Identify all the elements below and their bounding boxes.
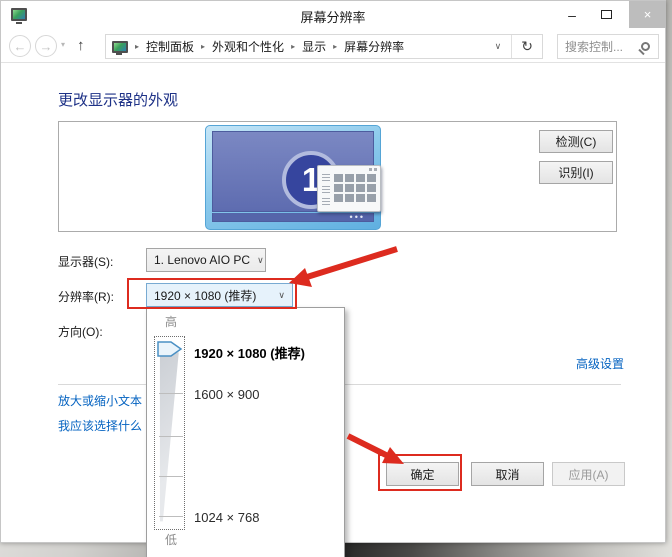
screenshot-stage: 屏幕分辨率 – × ← → ▾ ↑ [0,0,672,557]
chevron-down-icon: ∨ [271,290,292,301]
slider-high-label: 高 [165,313,177,330]
identify-button-label: 识别(I) [558,164,593,181]
search-box [557,34,659,59]
slider-tick [159,393,183,394]
slider-tick [159,476,183,477]
apply-button-label: 应用(A) [569,466,609,483]
up-button[interactable]: ↑ [77,37,85,54]
slider-low-label: 低 [165,531,177,548]
monitor-preview[interactable]: ••• 1 [205,125,381,230]
back-icon: ← [14,39,27,54]
tile-grid [334,174,378,206]
apply-button: 应用(A) [552,462,625,486]
history-dropdown-button[interactable]: ▾ [61,40,65,49]
slider-tick [159,516,183,517]
display-label: 显示器(S): [58,253,113,270]
close-icon: × [644,7,652,22]
make-text-larger-link[interactable]: 放大或缩小文本 [58,392,142,409]
resolution-option-1920x1080[interactable]: 1920 × 1080 (推荐) [194,343,305,362]
monitor-bottom-strip: ••• [212,213,374,222]
orientation-label: 方向(O): [58,323,103,340]
close-button[interactable]: × [629,1,666,28]
ok-button-label: 确定 [410,466,434,483]
breadcrumb-screen-resolution[interactable]: 屏幕分辨率 [344,38,404,55]
tile-menu-lines [322,174,330,181]
monitor-strip-dots: ••• [350,213,365,222]
slider-track [155,337,184,529]
chevron-down-icon: ▾ [61,40,65,49]
page-title: 更改显示器的外观 [58,89,178,110]
minimize-button[interactable]: – [557,1,587,28]
refresh-button[interactable]: ↻ [512,38,542,55]
display-select[interactable]: 1. Lenovo AIO PC ∨ [146,248,266,272]
address-bar[interactable]: ▸ 控制面板 ▸ 外观和个性化 ▸ 显示 ▸ 屏幕分辨率 ∨ ↻ [105,34,543,59]
title-bar: 屏幕分辨率 – × [1,1,665,29]
display-settings-help-link[interactable]: 我应该选择什么 [58,417,142,434]
minimize-icon: – [568,7,576,23]
slider-thumb[interactable] [157,341,183,357]
maximize-button[interactable] [591,1,621,28]
chevron-down-icon: ∨ [250,255,271,266]
back-button[interactable]: ← [9,35,31,57]
resolution-option-1024x768[interactable]: 1024 × 768 [194,510,259,525]
resolution-label: 分辨率(R): [58,288,114,305]
detect-button[interactable]: 检测(C) [539,130,613,153]
window-title: 屏幕分辨率 [300,7,365,26]
cancel-button-label: 取消 [495,466,519,483]
breadcrumb-display[interactable]: 显示 [302,38,326,55]
monitor-icon [112,41,128,53]
chevron-down-icon: ∨ [495,41,502,51]
breadcrumb-separator-icon: ▸ [194,42,212,51]
resolution-select[interactable]: 1920 × 1080 (推荐) ∨ [146,283,293,307]
resolution-dropdown-panel: 高 1920 × 1080 (推荐) 1600 × 900 1024 × 768… [146,307,345,557]
breadcrumb-separator-icon: ▸ [128,42,146,51]
display-select-value: 1. Lenovo AIO PC [147,253,250,267]
ok-button[interactable]: 确定 [386,462,459,486]
advanced-settings-link[interactable]: 高级设置 [576,355,624,372]
search-input[interactable] [565,40,639,54]
forward-icon: → [40,39,53,54]
navigation-bar: ← → ▾ ↑ ▸ 控制面板 ▸ 外观和个性化 ▸ 显示 ▸ 屏幕分辨率 [1,29,665,63]
breadcrumb-separator-icon: ▸ [326,42,344,51]
maximize-icon [601,10,612,19]
tile-menu-lines [322,186,330,193]
forward-button[interactable]: → [35,35,57,57]
up-arrow-icon: ↑ [77,37,85,54]
tile-titlebar-dots [369,168,377,171]
slider-tick [159,436,183,437]
resolution-option-1600x900[interactable]: 1600 × 900 [194,387,259,402]
breadcrumb-control-panel[interactable]: 控制面板 [146,38,194,55]
resolution-slider[interactable] [154,336,185,530]
display-app-icon [11,8,27,21]
breadcrumb-separator-icon: ▸ [284,42,302,51]
cancel-button[interactable]: 取消 [471,462,544,486]
screen-resolution-window: 屏幕分辨率 – × ← → ▾ ↑ [0,0,666,543]
refresh-icon: ↻ [521,38,533,54]
address-dropdown-button[interactable]: ∨ [485,41,512,52]
identify-button[interactable]: 识别(I) [539,161,613,184]
app-tile-icon [317,165,381,212]
search-icon [641,42,650,51]
detect-button-label: 检测(C) [556,133,597,150]
resolution-select-value: 1920 × 1080 (推荐) [147,287,271,304]
breadcrumb-appearance[interactable]: 外观和个性化 [212,38,284,55]
tile-menu-lines [322,198,330,205]
